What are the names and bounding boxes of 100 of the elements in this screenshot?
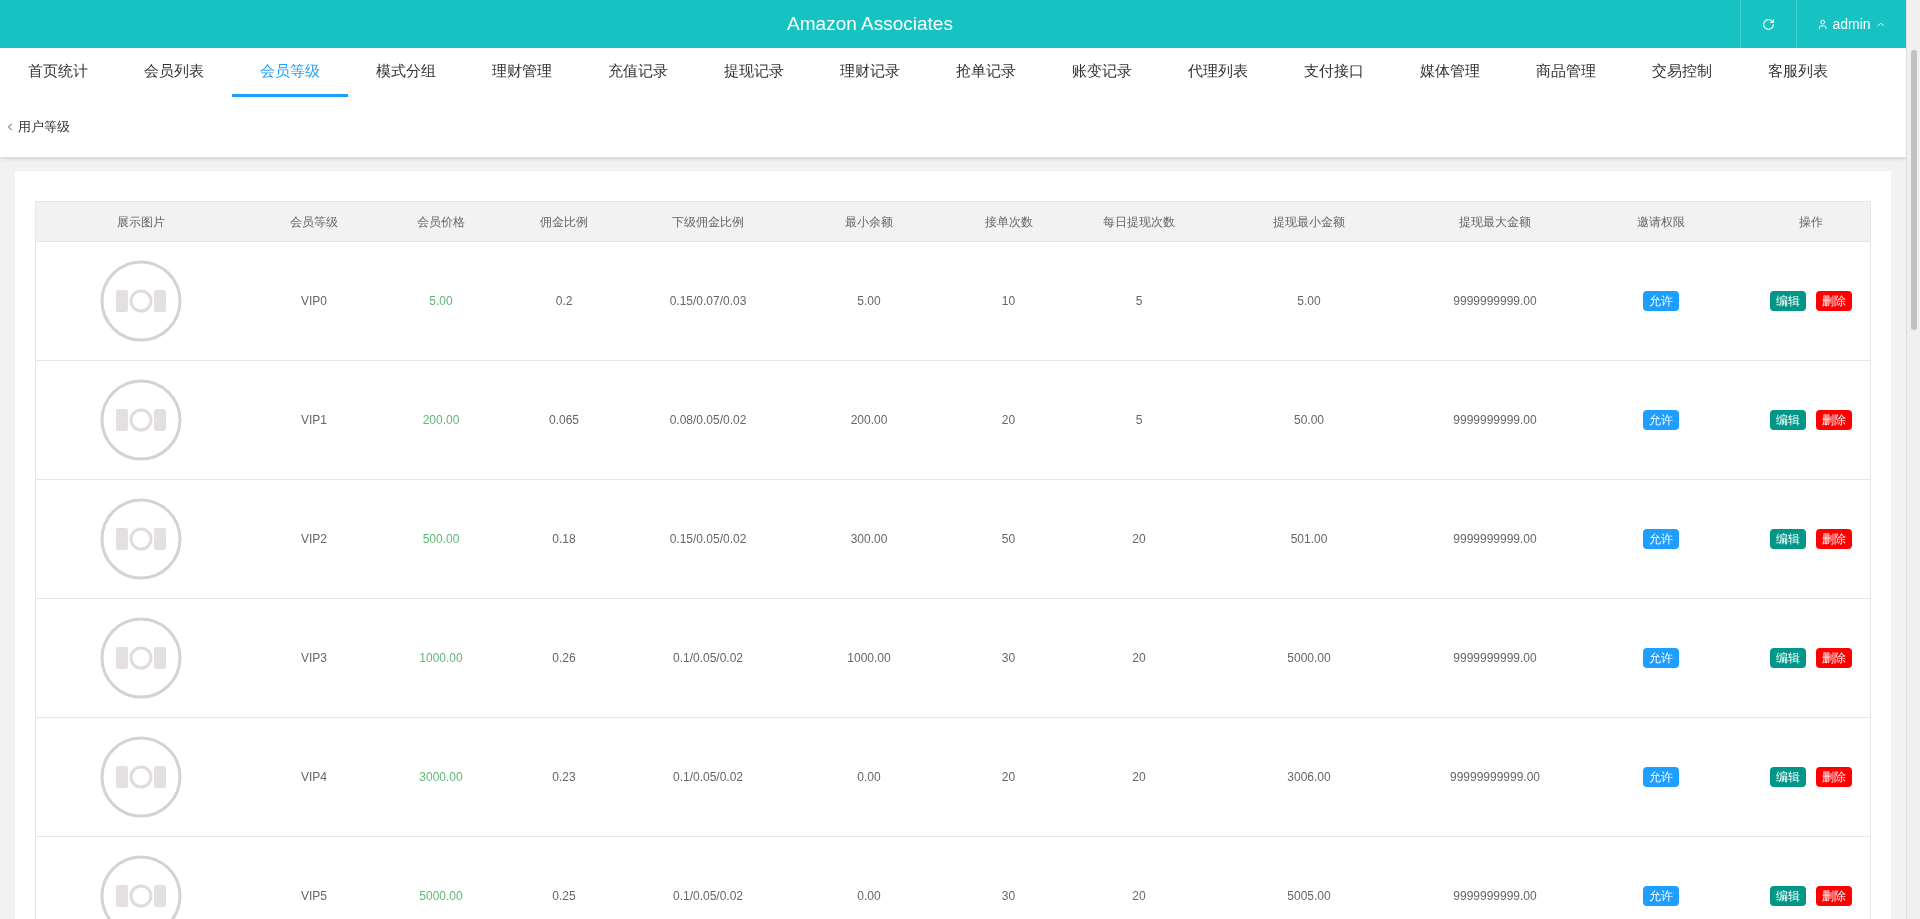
nav-tab[interactable]: 理财管理: [464, 48, 580, 97]
table-cell: VIP5: [301, 888, 327, 904]
table-cell: 0.00: [857, 888, 881, 904]
table-cell: 0.25: [552, 888, 576, 904]
table-cell: 3000.00: [419, 769, 463, 785]
table-cell: 5005.00: [1287, 888, 1331, 904]
nav-tab[interactable]: 交易控制: [1624, 48, 1740, 97]
table-cell: 9999999999.00: [1453, 650, 1537, 666]
table-cell: VIP2: [301, 531, 327, 547]
column-header: 每日提现次数: [1103, 213, 1175, 230]
table-cell: 5.00: [857, 293, 881, 309]
nav-tab[interactable]: 代理列表: [1160, 48, 1276, 97]
column-header: 提现最大金额: [1459, 213, 1531, 230]
nav-tab[interactable]: 首页统计: [0, 48, 116, 97]
table-cell: 0.26: [552, 650, 576, 666]
table-cell: 5000.00: [419, 888, 463, 904]
table-cell: 0.23: [552, 769, 576, 785]
column-header: 会员价格: [417, 213, 465, 230]
column-header: 佣金比例: [540, 213, 588, 230]
table-cell: 9999999999.00: [1453, 412, 1537, 428]
table-cell: 20: [1001, 769, 1016, 785]
table-cell: VIP3: [301, 650, 327, 666]
nav-tab[interactable]: 账变记录: [1044, 48, 1160, 97]
table-cell: VIP1: [301, 412, 327, 428]
table-cell: 3006.00: [1287, 769, 1331, 785]
edit-button[interactable]: 编辑: [1770, 291, 1806, 311]
nav-tab[interactable]: 商品管理: [1508, 48, 1624, 97]
column-header: 操作: [1799, 213, 1823, 230]
table-cell: 0.15/0.05/0.02: [669, 531, 747, 547]
column-header: 会员等级: [290, 213, 338, 230]
column-header: 展示图片: [117, 213, 165, 230]
scrollbar[interactable]: [1906, 0, 1920, 919]
table-cell: 1000.00: [419, 650, 463, 666]
nav-tab[interactable]: 理财记录: [812, 48, 928, 97]
nav-tab[interactable]: 充值记录: [580, 48, 696, 97]
table-cell: 0.15/0.07/0.03: [669, 293, 747, 309]
delete-button[interactable]: 删除: [1816, 291, 1852, 311]
table-cell: 50.00: [1294, 412, 1324, 428]
table-cell: 5000.00: [1287, 650, 1331, 666]
table-cell: VIP4: [301, 769, 327, 785]
column-header: 邀请权限: [1637, 213, 1685, 230]
nav-tab[interactable]: 媒体管理: [1392, 48, 1508, 97]
table-cell: 5.00: [429, 293, 453, 309]
permission-tag: 允许: [1643, 886, 1679, 906]
table-cell: 9999999999.00: [1453, 531, 1537, 547]
column-header: 提现最小金额: [1273, 213, 1345, 230]
table-cell: 5: [1135, 412, 1143, 428]
table-cell: 20: [1132, 650, 1146, 666]
table-cell: 5: [1135, 293, 1143, 309]
nav-tab[interactable]: 会员列表: [116, 48, 232, 97]
table-cell: 10: [1001, 293, 1016, 309]
column-header: 接单次数: [984, 213, 1033, 230]
permission-tag: 允许: [1643, 767, 1679, 787]
table-cell: 0.2: [555, 293, 573, 309]
table-cell: 0.00: [857, 769, 881, 785]
delete-button[interactable]: 删除: [1816, 529, 1852, 549]
edit-button[interactable]: 编辑: [1770, 529, 1806, 549]
permission-tag: 允许: [1643, 291, 1679, 311]
delete-button[interactable]: 删除: [1816, 648, 1852, 668]
delete-button[interactable]: 删除: [1816, 767, 1852, 787]
app-title: Amazon Associates: [787, 11, 953, 36]
edit-button[interactable]: 编辑: [1770, 767, 1806, 787]
nav-tab[interactable]: 提现记录: [696, 48, 812, 97]
table-cell: 500.00: [422, 531, 460, 547]
table-cell: 20: [1132, 769, 1146, 785]
permission-tag: 允许: [1643, 529, 1679, 549]
edit-button[interactable]: 编辑: [1770, 410, 1806, 430]
table-cell: 200.00: [422, 412, 460, 428]
table-cell: 0.1/0.05/0.02: [672, 650, 744, 666]
edit-button[interactable]: 编辑: [1770, 886, 1806, 906]
permission-tag: 允许: [1643, 648, 1679, 668]
table-cell: 0.1/0.05/0.02: [672, 769, 744, 785]
table-cell: 9999999999.00: [1453, 888, 1537, 904]
refresh-icon: [1762, 17, 1775, 31]
table-cell: 50: [1001, 531, 1016, 547]
table-cell: 0.065: [549, 412, 579, 428]
edit-button[interactable]: 编辑: [1770, 648, 1806, 668]
delete-button[interactable]: 删除: [1816, 410, 1852, 430]
table-cell: 300.00: [850, 531, 888, 547]
table-cell: 1000.00: [847, 650, 891, 666]
table-cell: 20: [1132, 531, 1146, 547]
table-cell: 0.08/0.05/0.02: [669, 412, 747, 428]
table-cell: VIP0: [301, 293, 327, 309]
table-cell: 0.1/0.05/0.02: [672, 888, 744, 904]
table-cell: 5.00: [1297, 293, 1321, 309]
delete-button[interactable]: 删除: [1816, 886, 1852, 906]
table-cell: 9999999999.00: [1453, 293, 1537, 309]
table-cell: 0.18: [552, 531, 576, 547]
nav-tab[interactable]: 支付接口: [1276, 48, 1392, 97]
permission-tag: 允许: [1643, 410, 1679, 430]
nav-tab[interactable]: 模式分组: [348, 48, 464, 97]
nav-tab[interactable]: 客服列表: [1740, 48, 1856, 97]
table-cell: 20: [1132, 888, 1146, 904]
nav-tab[interactable]: 抢单记录: [928, 48, 1044, 97]
breadcrumb: 用户等级: [18, 118, 70, 137]
table-cell: 20: [1001, 412, 1016, 428]
column-header: 最小余额: [845, 213, 893, 230]
user-icon: [1817, 17, 1829, 31]
table-cell: 30: [1001, 650, 1016, 666]
table-cell: 501.00: [1290, 531, 1328, 547]
